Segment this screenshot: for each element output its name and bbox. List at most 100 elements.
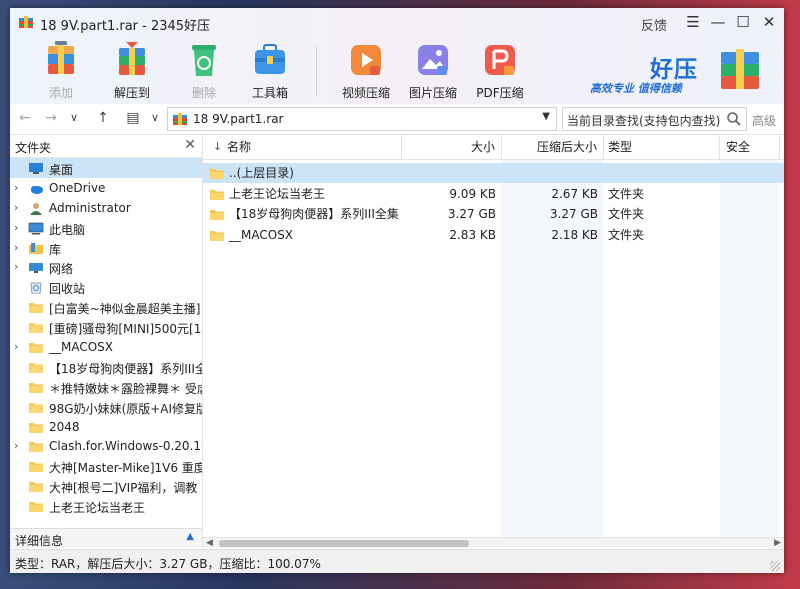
resize-grip[interactable] [770, 561, 780, 571]
maximize-button[interactable]: ☐ [732, 12, 754, 32]
feedback-link[interactable]: 反馈 [641, 15, 667, 34]
scroll-left-icon[interactable]: ◀ [206, 538, 213, 548]
folder-tree-item[interactable]: › 此电脑 [10, 218, 202, 238]
image-compress-button[interactable]: 图片压缩 [403, 40, 463, 102]
file-name-text: ..(上层目录) [229, 166, 294, 180]
folder-tree-label: 此电脑 [49, 222, 86, 237]
expand-arrow-icon[interactable]: › [14, 439, 18, 452]
file-size-cell: 3.27 GB [447, 207, 496, 221]
column-header-name[interactable]: ↓ 名称 [203, 135, 402, 159]
expand-arrow-icon[interactable]: › [14, 221, 18, 234]
extract-to-button[interactable]: 解压到 [102, 40, 162, 102]
file-name-cell: 上老王论坛当老王 [209, 184, 401, 204]
user-icon [30, 202, 42, 215]
folder-tree-item[interactable]: [白富美~神似金晨超美主播] [10, 297, 202, 317]
scroll-right-icon[interactable]: ▶ [774, 538, 781, 548]
column-header-security[interactable]: 安全 [720, 135, 780, 159]
search-input[interactable]: 当前目录查找(支持包内查找) [567, 112, 720, 129]
folder-tree-item[interactable]: 回收站 [10, 277, 202, 297]
close-button[interactable]: ✕ [758, 12, 780, 32]
expand-arrow-icon[interactable]: › [14, 241, 18, 254]
status-text: 类型：RAR，解压后大小：3.27 GB，压缩比：100.07% [15, 557, 321, 571]
file-row[interactable]: __MACOSX 2.83 KB 2.18 KB 文件夹 [203, 225, 784, 245]
scrollbar-thumb[interactable] [219, 540, 469, 547]
brand-name: 好压 [650, 57, 698, 83]
expand-arrow-icon[interactable]: › [14, 181, 18, 194]
folder-tree-label: Administrator [49, 200, 131, 215]
details-label: 详细信息 [15, 534, 64, 548]
folder-tree-item[interactable]: 2048 [10, 417, 202, 437]
folder-tree-item[interactable]: 大神[Master-Mike]1V6 重度 [10, 456, 202, 476]
folder-tree-item[interactable]: ＊推特嫩妹＊露脸裸舞＊ 受虐 [10, 377, 202, 397]
folder-tree-item[interactable]: 大神[根号二]VIP福利，调教 [10, 476, 202, 496]
minimize-button[interactable]: — [707, 12, 729, 32]
folder-tree-label: OneDrive [49, 180, 106, 195]
search-box[interactable]: 当前目录查找(支持包内查找) [562, 107, 747, 131]
history-dropdown[interactable]: ∨ [65, 109, 83, 127]
expand-arrow-icon[interactable]: › [14, 260, 18, 273]
path-bar[interactable]: 18 9V.part1.rar ▼ [167, 107, 557, 131]
file-size-cell: 9.09 KB [449, 186, 496, 201]
toolbar-divider [316, 46, 317, 96]
pdf-compress-button[interactable]: PDF压缩 [470, 40, 530, 102]
path-dropdown-icon[interactable]: ▼ [542, 111, 550, 122]
view-mode-dropdown[interactable]: ∨ [146, 109, 164, 127]
view-mode-button[interactable]: ▤ [124, 109, 142, 127]
add-archive-icon [48, 41, 74, 74]
folder-tree-label: 上老王论坛当老王 [49, 501, 146, 516]
folder-tree-item[interactable]: 【18岁母狗肉便器】系列III全 [10, 357, 202, 377]
brand-area: 好压 高效专业 值得信赖 [590, 46, 770, 98]
video-compress-button[interactable]: 视频压缩 [336, 40, 396, 102]
folder-tree-label: __MACOSX [49, 340, 114, 355]
expand-arrow-icon[interactable]: › [14, 201, 18, 214]
folder-tree-item[interactable]: › Clash.for.Windows-0.20.16 [10, 436, 202, 456]
folder-icon [29, 482, 43, 493]
menu-icon[interactable]: ☰ [682, 12, 704, 32]
close-panel-icon[interactable]: ✕ [184, 137, 196, 153]
folder-tree-item[interactable]: › 网络 [10, 257, 202, 277]
up-button[interactable]: ↑ [94, 109, 112, 127]
search-icon[interactable] [726, 111, 742, 127]
file-type-cell: 文件夹 [608, 227, 645, 242]
toolbox-button[interactable]: 工具箱 [240, 40, 300, 102]
file-name-text: __MACOSX [229, 227, 294, 242]
column-header-type[interactable]: 类型 [604, 135, 720, 159]
folder-tree-label: [白富美~神似金晨超美主播] [49, 302, 201, 317]
folder-icon [29, 422, 43, 433]
expand-arrow-icon[interactable]: › [14, 340, 18, 353]
folder-tree-item[interactable]: › __MACOSX [10, 337, 202, 357]
column-header-size[interactable]: 大小 [402, 135, 502, 159]
video-compress-label: 视频压缩 [341, 86, 390, 100]
advanced-search-link[interactable]: 高级 [752, 112, 776, 129]
folder-tree-label: 桌面 [49, 163, 74, 177]
file-row[interactable]: 上老王论坛当老王 9.09 KB 2.67 KB 文件夹 [203, 184, 784, 204]
folder-icon [210, 230, 224, 241]
back-button[interactable]: ← [16, 109, 34, 127]
file-row[interactable]: 【18岁母狗肉便器】系列III全集 3.27 GB 3.27 GB 文件夹 [203, 204, 784, 224]
details-bar[interactable]: 详细信息 ▲ [10, 528, 202, 548]
folder-icon [210, 169, 224, 179]
toolbox-label: 工具箱 [251, 86, 288, 100]
folder-tree-item[interactable]: 98G奶小妹妹(原版+AI修复版 [10, 397, 202, 417]
folder-tree-item[interactable]: › OneDrive [10, 178, 202, 198]
folder-icon [29, 323, 43, 334]
forward-button[interactable]: → [42, 109, 60, 127]
chevron-up-icon[interactable]: ▲ [186, 531, 194, 542]
column-header-packed[interactable]: 压缩后大小 [502, 135, 604, 159]
file-name-cell: ..(上层目录) [209, 163, 401, 183]
folder-tree-item[interactable]: 上老王论坛当老王 [10, 496, 202, 516]
folder-tree-label: 大神[根号二]VIP福利，调教 [49, 481, 198, 496]
folder-icon [29, 502, 43, 513]
folder-icon [29, 382, 43, 393]
folder-tree-item[interactable]: 桌面 [10, 158, 202, 178]
file-row[interactable]: ..(上层目录) [203, 163, 784, 183]
delete-button[interactable]: 删除 [174, 40, 234, 102]
folder-tree-item[interactable]: › Administrator [10, 198, 202, 218]
horizontal-scrollbar[interactable]: ◀ ▶ [203, 537, 784, 548]
pdf-compress-label: PDF压缩 [476, 86, 524, 100]
add-button[interactable]: 添加 [31, 40, 91, 102]
folder-tree-label: 大神[Master-Mike]1V6 重度 [49, 461, 202, 476]
folder-tree-label: Clash.for.Windows-0.20.16 [49, 439, 202, 454]
folder-tree-item[interactable]: [重磅]骚母狗[MINI]500元[1 [10, 317, 202, 337]
folder-tree-item[interactable]: › 库 [10, 238, 202, 258]
